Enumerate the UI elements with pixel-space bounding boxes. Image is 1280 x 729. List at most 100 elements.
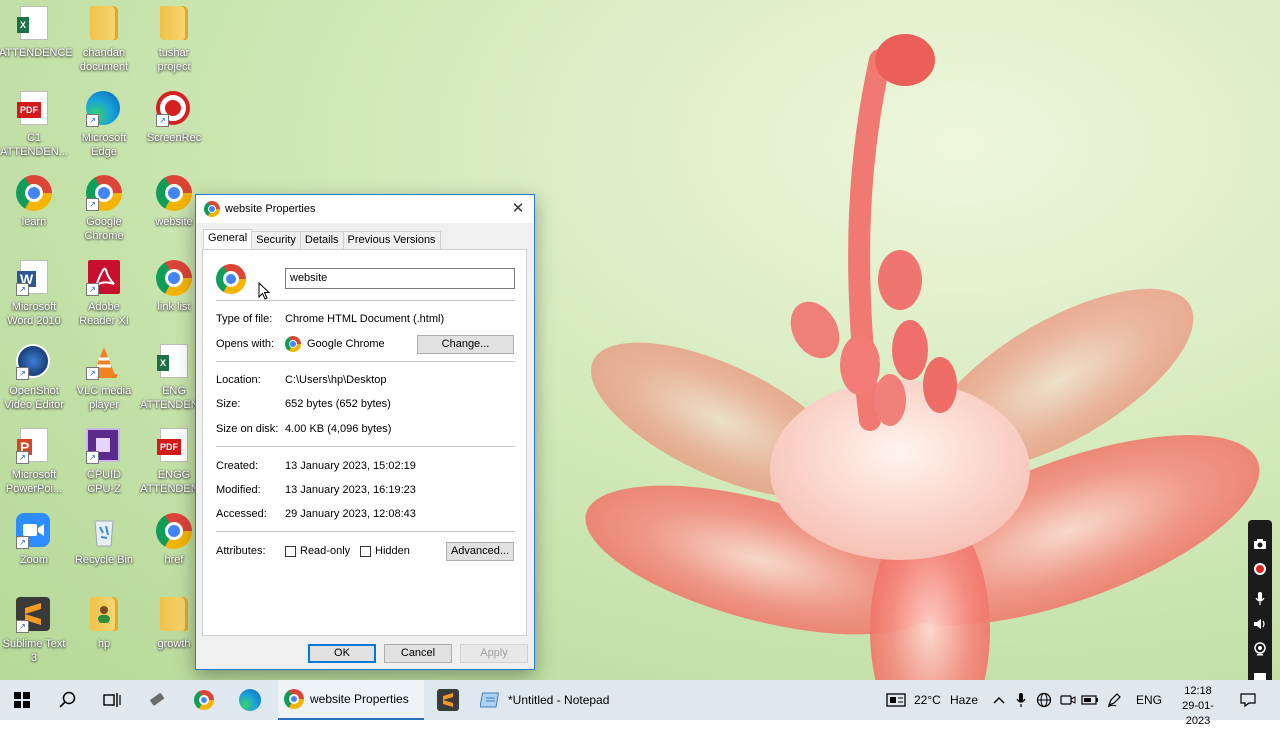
size-on-disk-label: Size on disk: (216, 423, 279, 435)
shortcut-arrow-icon: ↗ (156, 114, 169, 127)
location-value: C:\Users\hp\Desktop (285, 374, 387, 386)
cpuz-icon: ↗ (86, 428, 122, 464)
speaker-icon[interactable] (1252, 618, 1268, 634)
attributes-label: Attributes: (216, 545, 266, 557)
desktop-icon-cpuid-cpu-z[interactable]: ↗ CPUID CPU-Z (69, 428, 139, 496)
meet-now-icon[interactable] (1058, 680, 1078, 720)
desktop-icon-recycle-bin[interactable]: Recycle Bin (69, 513, 139, 567)
desktop-icon-c1-attenden[interactable]: PDF C1 ATTENDEN... (0, 91, 69, 159)
ok-button[interactable]: OK (308, 644, 376, 663)
divider (216, 531, 515, 532)
microphone-icon[interactable] (1252, 592, 1268, 608)
tab-security[interactable]: Security (251, 231, 301, 249)
desktop-icon-label: OpenShot Video Editor (4, 385, 64, 411)
desktop-icon-label: VLC media player (76, 385, 132, 411)
network-globe-icon[interactable] (1034, 680, 1054, 720)
desktop-icon-openshot-video-editor[interactable]: ↗ OpenShot Video Editor (0, 344, 69, 412)
tab-previous-versions[interactable]: Previous Versions (342, 231, 441, 249)
edge-pinned-icon[interactable] (236, 680, 264, 720)
mouse-cursor-icon (258, 282, 270, 300)
shortcut-arrow-icon: ↗ (86, 451, 99, 464)
task-view-icon[interactable] (98, 680, 126, 720)
desktop-icon-attendence[interactable]: X ATTENDENCE (0, 6, 73, 60)
sublime-pinned-icon[interactable] (434, 680, 462, 720)
file-name-input[interactable]: website (285, 268, 515, 289)
search-icon[interactable] (54, 680, 82, 720)
weather-condition[interactable]: Haze (950, 680, 978, 720)
chrome-pinned-icon[interactable] (190, 680, 218, 720)
folder-icon (86, 6, 122, 42)
battery-icon[interactable] (1080, 680, 1100, 720)
chrome-icon (284, 689, 304, 709)
properties-dialog: website Properties ✕ General Security De… (195, 194, 535, 670)
microphone-tray-icon[interactable] (1012, 680, 1030, 720)
desktop-icon-screenrec[interactable]: ↗ ScreenRec (139, 91, 209, 145)
hidden-checkbox[interactable] (360, 546, 371, 557)
shortcut-arrow-icon: ↗ (16, 367, 29, 380)
task-label: *Untitled - Notepad (508, 693, 610, 707)
desktop-icon-chandan-document[interactable]: chandan document (69, 6, 139, 74)
desktop-icon-zoom[interactable]: ↗ Zoom (0, 513, 69, 567)
notepad-icon (480, 692, 500, 708)
folder-icon (156, 597, 192, 633)
news-widget-icon[interactable] (884, 680, 908, 720)
dialog-title: website Properties (225, 203, 316, 215)
user-folder-icon (86, 597, 122, 633)
chrome-icon (285, 336, 301, 352)
size-row: Size: 652 bytes (652 bytes) (216, 397, 516, 411)
desktop-icon-sublime-text-3[interactable]: ↗ Sublime Text 3 (0, 597, 69, 665)
clock[interactable]: 12:18 29-01-2023 (1170, 684, 1226, 729)
size-on-disk-value: 4.00 KB (4,096 bytes) (285, 423, 392, 435)
apply-button[interactable]: Apply (460, 644, 528, 663)
windows-start-icon[interactable] (8, 680, 36, 720)
advanced-button[interactable]: Advanced... (446, 542, 514, 561)
usb-drive-icon[interactable] (144, 680, 172, 720)
chevron-up-icon[interactable] (990, 680, 1008, 720)
desktop-icon-microsoft-powerpoi[interactable]: P ↗ Microsoft PowerPoi... (0, 428, 69, 496)
desktop-icon-vlc-media-player[interactable]: ↗ VLC media player (69, 344, 139, 412)
desktop-icon-tushar-project[interactable]: tushar project (139, 6, 209, 74)
shortcut-arrow-icon: ↗ (16, 620, 29, 633)
desktop-icon-hp[interactable]: hp (69, 597, 139, 651)
record-icon[interactable] (1252, 562, 1268, 578)
read-only-checkbox[interactable] (285, 546, 296, 557)
dialog-title-bar[interactable]: website Properties ✕ (196, 195, 534, 223)
desktop-icon-label: chandan document (79, 47, 129, 73)
powerpoint-icon: P ↗ (16, 428, 52, 464)
divider (216, 300, 515, 301)
weather-temperature[interactable]: 22°C (914, 680, 941, 720)
desktop-icon-microsoft-edge[interactable]: ↗ Microsoft Edge (69, 91, 139, 159)
cancel-button[interactable]: Cancel (384, 644, 452, 663)
camera-icon[interactable] (1252, 538, 1268, 554)
pen-icon[interactable] (1104, 680, 1124, 720)
chrome-icon (156, 513, 192, 549)
taskbar-item-notepad[interactable]: *Untitled - Notepad (474, 680, 630, 720)
desktop-icon-microsoft-word-2010[interactable]: W ↗ Microsoft Word 2010 (0, 260, 69, 328)
desktop-icon-label: tushar project (157, 47, 191, 73)
chrome-icon: ↗ (86, 175, 122, 211)
tab-general[interactable]: General (203, 229, 253, 249)
change-button[interactable]: Change... (417, 335, 514, 354)
desktop-icon-label: hp (97, 638, 111, 650)
desktop-icon-learn[interactable]: learn (0, 175, 69, 229)
close-button[interactable]: ✕ (508, 199, 528, 219)
modified-row: Modified: 13 January 2023, 16:19:23 (216, 483, 516, 497)
desktop-icon-google-chrome[interactable]: ↗ Google Chrome (69, 175, 139, 243)
desktop-icon-label: CPUID CPU-Z (86, 469, 122, 495)
created-label: Created: (216, 460, 259, 472)
desktop-icon-label: Adobe Reader XI (79, 301, 129, 327)
webcam-icon[interactable] (1252, 642, 1268, 658)
location-label: Location: (216, 374, 261, 386)
taskbar-item-website-properties[interactable]: website Properties (278, 680, 424, 720)
notification-icon[interactable] (1238, 680, 1258, 720)
shortcut-arrow-icon: ↗ (16, 536, 29, 549)
opens-with-value: Google Chrome (307, 338, 385, 350)
sublime-text-icon: ↗ (16, 597, 52, 633)
tab-details[interactable]: Details (299, 231, 344, 249)
pdf-icon: PDF (16, 91, 52, 127)
word-icon: W ↗ (16, 260, 52, 296)
desktop-icon-adobe-reader-xi[interactable]: ↗ Adobe Reader XI (69, 260, 139, 328)
desktop-icon-label: Sublime Text 3 (2, 638, 66, 664)
language-indicator[interactable]: ENG (1136, 680, 1162, 720)
desktop-icon-label: Zoom (19, 554, 49, 566)
